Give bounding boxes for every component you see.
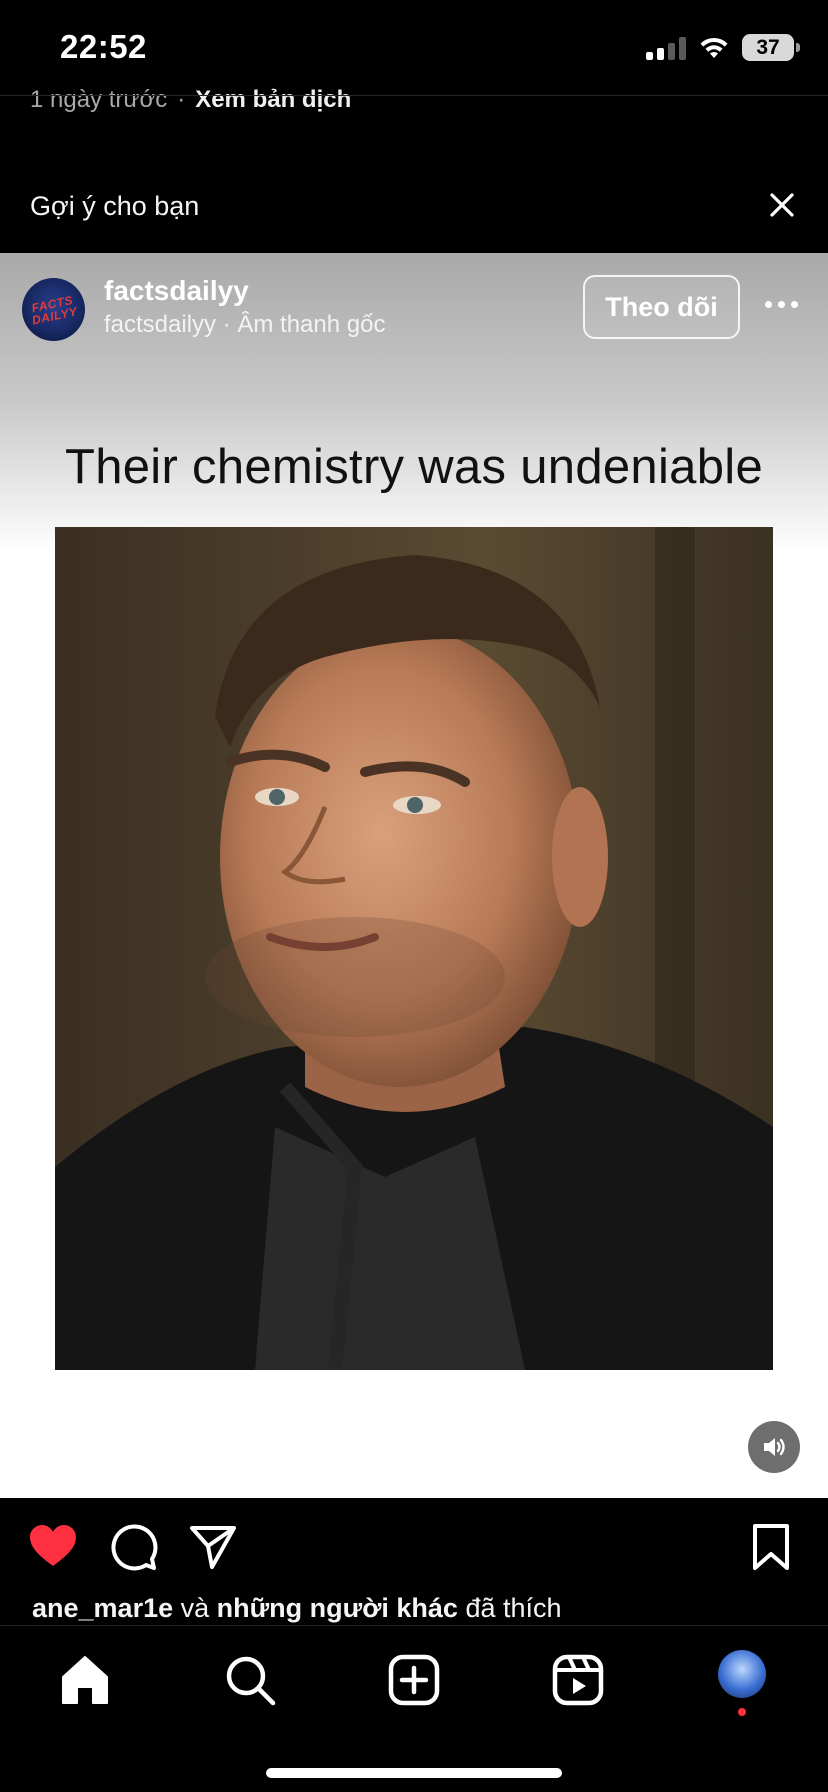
post-caption-overlay: Their chemistry was undeniable	[64, 440, 764, 494]
suggestions-title: Gợi ý cho bạn	[30, 191, 200, 221]
portrait-image	[55, 527, 773, 1370]
previous-post-meta: 1 ngày trước · Xem bản dịch	[30, 86, 351, 116]
home-icon[interactable]	[58, 1653, 112, 1707]
home-indicator[interactable]	[266, 1768, 562, 1778]
liker-username[interactable]: ane_mar1e	[32, 1593, 173, 1623]
send-icon[interactable]	[188, 1522, 238, 1572]
suggested-post: FACTS DAILYY factsdailyy factsdailyy · Â…	[0, 253, 828, 1498]
comment-icon[interactable]	[108, 1522, 158, 1572]
likes-suffix: đã thích	[457, 1593, 562, 1623]
likes-summary[interactable]: ane_mar1e và những người khác đã thích	[32, 1593, 562, 1625]
status-bar: 22:52 37	[0, 0, 828, 95]
speaker-icon[interactable]	[748, 1421, 800, 1473]
battery-icon: 37	[742, 34, 800, 61]
wifi-icon	[700, 37, 728, 58]
more-options-icon[interactable]	[765, 301, 798, 308]
plus-square-icon[interactable]	[387, 1653, 441, 1707]
likes-connector: và	[173, 1593, 217, 1623]
status-icons: 37	[646, 34, 800, 61]
avatar-logo-text: FACTS DAILYY	[30, 292, 79, 328]
post-photo[interactable]	[55, 527, 773, 1370]
reels-icon[interactable]	[551, 1653, 605, 1707]
heart-icon[interactable]	[28, 1522, 78, 1572]
close-icon[interactable]	[766, 189, 798, 221]
search-icon[interactable]	[223, 1653, 277, 1707]
see-translation-link[interactable]: Xem bản dịch	[195, 86, 351, 114]
suggestions-header: Gợi ý cho bạn	[0, 175, 828, 240]
post-action-bar	[0, 1498, 828, 1598]
status-divider	[0, 95, 828, 96]
author-username[interactable]: factsdailyy	[104, 275, 249, 307]
follow-button[interactable]: Theo dõi	[583, 275, 740, 339]
post-time: 1 ngày trước	[30, 86, 168, 113]
likes-others[interactable]: những người khác	[217, 1593, 458, 1623]
cellular-signal-icon	[646, 36, 686, 60]
bottom-tab-bar	[0, 1625, 828, 1792]
status-time: 22:52	[60, 28, 147, 65]
bookmark-icon[interactable]	[746, 1522, 796, 1572]
avatar[interactable]	[718, 1650, 766, 1698]
notification-dot	[738, 1708, 746, 1716]
author-avatar[interactable]: FACTS DAILYY	[22, 278, 85, 341]
meta-separator: ·	[177, 86, 186, 113]
author-audio-subline[interactable]: factsdailyy · Âm thanh gốc	[104, 311, 385, 339]
